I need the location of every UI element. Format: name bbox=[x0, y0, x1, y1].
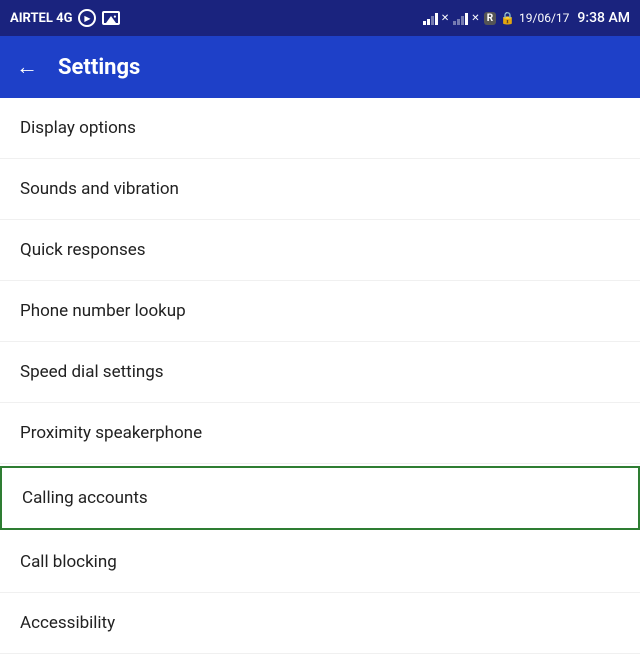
signal-group-2: ✕ bbox=[453, 11, 479, 25]
signal-group-1: ✕ bbox=[423, 11, 449, 25]
settings-item-display-options[interactable]: Display options bbox=[0, 98, 640, 159]
settings-item-label-speed-dial-settings: Speed dial settings bbox=[20, 362, 164, 382]
date-label: 19/06/17 bbox=[519, 11, 569, 25]
settings-item-label-sounds-vibration: Sounds and vibration bbox=[20, 179, 179, 199]
play-icon: ▶ bbox=[78, 9, 96, 27]
settings-item-proximity-speakerphone[interactable]: Proximity speakerphone bbox=[0, 403, 640, 464]
settings-item-quick-responses[interactable]: Quick responses bbox=[0, 220, 640, 281]
settings-item-accessibility[interactable]: Accessibility bbox=[0, 593, 640, 654]
roaming-badge: R bbox=[484, 12, 496, 25]
signal-bars-1 bbox=[423, 11, 438, 25]
settings-item-call-blocking[interactable]: Call blocking bbox=[0, 532, 640, 593]
settings-item-label-proximity-speakerphone: Proximity speakerphone bbox=[20, 423, 202, 443]
x-mark-2: ✕ bbox=[471, 13, 479, 24]
page-title: Settings bbox=[58, 55, 140, 80]
settings-item-phone-number-lookup[interactable]: Phone number lookup bbox=[0, 281, 640, 342]
image-icon bbox=[102, 11, 120, 25]
settings-item-label-calling-accounts: Calling accounts bbox=[22, 488, 148, 508]
settings-list: Display options Sounds and vibration Quick… bbox=[0, 98, 640, 654]
signal-bars-2 bbox=[453, 11, 468, 25]
settings-item-calling-accounts[interactable]: Calling accounts bbox=[0, 466, 640, 530]
back-button[interactable]: ← bbox=[16, 54, 38, 80]
settings-item-label-quick-responses: Quick responses bbox=[20, 240, 146, 260]
lock-icon: 🔒 bbox=[500, 11, 515, 25]
status-bar-right: ✕ ✕ R 🔒 19/06/17 9:38 AM bbox=[423, 10, 630, 26]
settings-item-label-accessibility: Accessibility bbox=[20, 613, 115, 633]
settings-item-sounds-vibration[interactable]: Sounds and vibration bbox=[0, 159, 640, 220]
carrier-label: AIRTEL 4G bbox=[10, 11, 72, 26]
settings-item-speed-dial-settings[interactable]: Speed dial settings bbox=[0, 342, 640, 403]
x-mark-1: ✕ bbox=[441, 13, 449, 24]
app-bar: ← Settings bbox=[0, 36, 640, 98]
settings-item-label-display-options: Display options bbox=[20, 118, 136, 138]
settings-item-label-phone-number-lookup: Phone number lookup bbox=[20, 301, 186, 321]
settings-item-label-call-blocking: Call blocking bbox=[20, 552, 117, 572]
status-bar-left: AIRTEL 4G ▶ bbox=[10, 9, 120, 27]
time-label: 9:38 AM bbox=[577, 10, 630, 26]
status-bar: AIRTEL 4G ▶ ✕ ✕ R 🔒 19/06/17 9:38 AM bbox=[0, 0, 640, 36]
